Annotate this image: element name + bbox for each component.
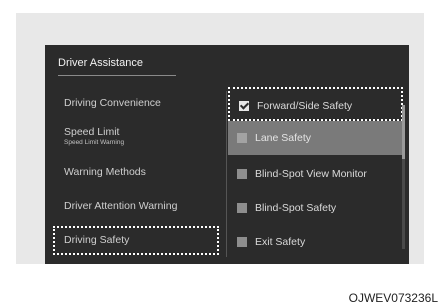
- options-scrollbar[interactable]: [402, 105, 405, 249]
- option-label: Blind-Spot View Monitor: [255, 168, 367, 180]
- option-label: Blind-Spot Safety: [255, 202, 337, 214]
- menu-item-label: Driving Convenience: [64, 97, 161, 109]
- menu-item-speed-limit[interactable]: Speed Limit Speed Limit Warning: [64, 126, 124, 147]
- panel-divider: [226, 91, 227, 257]
- option-blind-spot-safety[interactable]: Blind-Spot Safety: [228, 191, 403, 225]
- option-exit-safety[interactable]: Exit Safety: [228, 225, 403, 259]
- option-lane-safety[interactable]: Lane Safety: [228, 121, 403, 155]
- menu-item-driving-safety[interactable]: Driving Safety: [64, 234, 129, 247]
- driving-safety-options: Forward/Side Safety Lane Safety Blind-Sp…: [228, 87, 409, 261]
- scrollbar-thumb[interactable]: [402, 105, 405, 159]
- infotainment-screen: Driver Assistance Driving Convenience Sp…: [45, 45, 409, 264]
- menu-item-warning-methods[interactable]: Warning Methods: [64, 166, 146, 179]
- checkbox-icon[interactable]: [237, 203, 247, 213]
- menu-item-driving-convenience[interactable]: Driving Convenience: [64, 97, 161, 110]
- menu-item-label: Driver Attention Warning: [64, 200, 178, 212]
- menu-item-label: Warning Methods: [64, 166, 146, 178]
- option-label: Lane Safety: [255, 132, 312, 144]
- checkbox-checked-icon[interactable]: [239, 101, 249, 111]
- checkbox-icon[interactable]: [237, 133, 247, 143]
- figure-code: OJWEV073236L: [348, 291, 438, 305]
- option-forward-side-safety[interactable]: Forward/Side Safety: [228, 87, 403, 121]
- menu-item-driver-attention-warning[interactable]: Driver Attention Warning: [64, 200, 177, 213]
- checkbox-icon[interactable]: [237, 237, 247, 247]
- page-title: Driver Assistance: [58, 57, 143, 69]
- option-blind-spot-view-monitor[interactable]: Blind-Spot View Monitor: [228, 157, 403, 191]
- checkbox-icon[interactable]: [237, 169, 247, 179]
- menu-item-sublabel: Speed Limit Warning: [64, 139, 125, 146]
- page-header: Driver Assistance: [58, 53, 176, 76]
- menu-item-label: Speed Limit: [64, 126, 120, 138]
- option-label: Exit Safety: [255, 236, 306, 248]
- menu-item-label: Driving Safety: [64, 234, 130, 246]
- option-label: Forward/Side Safety: [257, 100, 353, 112]
